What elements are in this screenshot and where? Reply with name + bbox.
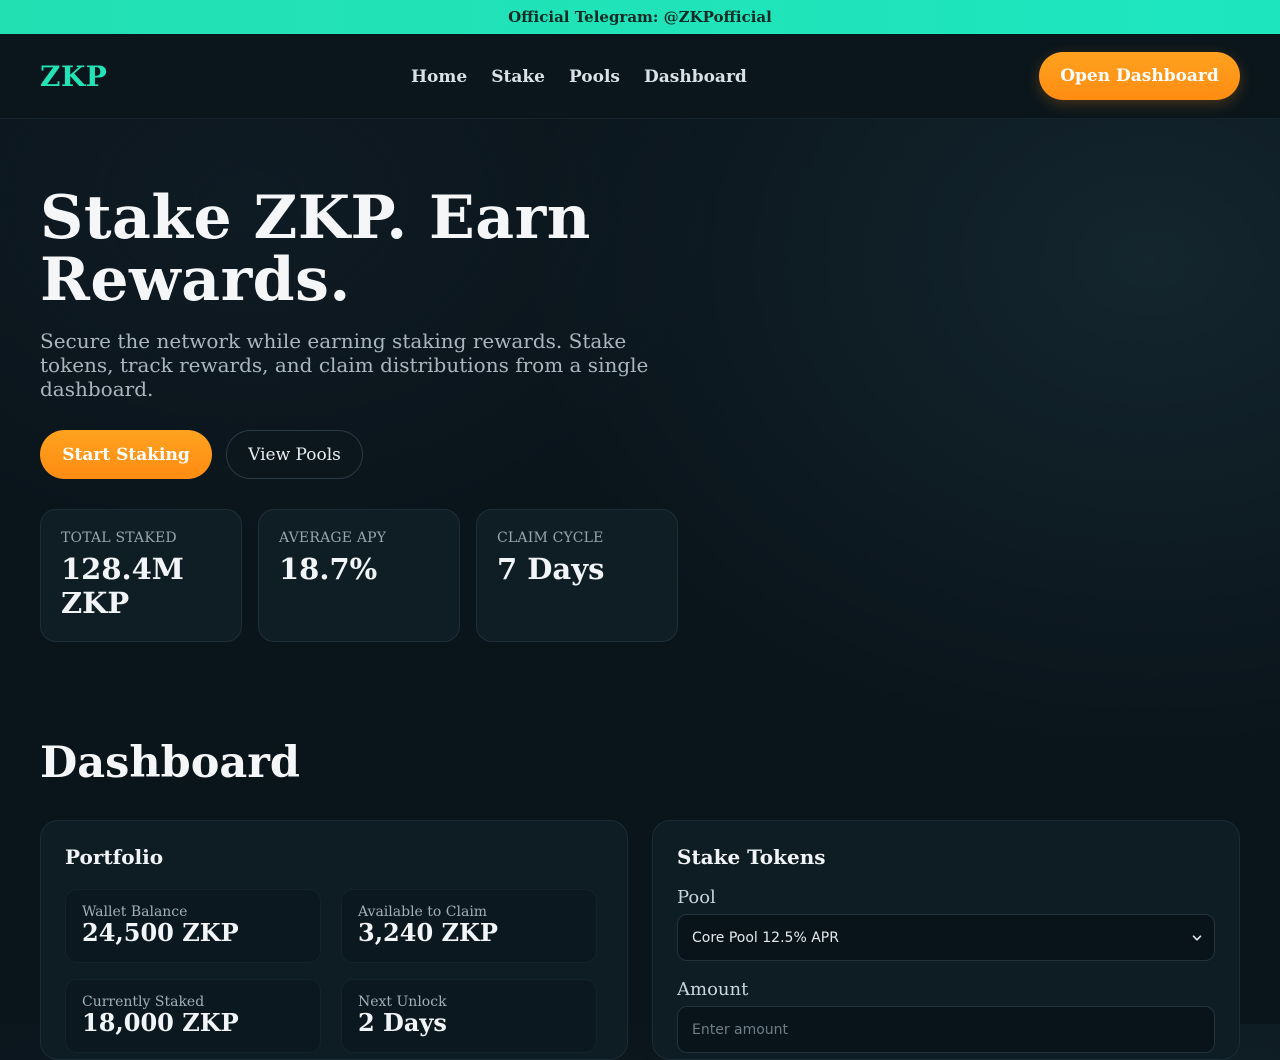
- start-staking-button[interactable]: Start Staking: [40, 430, 212, 479]
- hero-subtitle: Secure the network while earning staking…: [40, 329, 649, 401]
- logo[interactable]: ZKP: [40, 60, 107, 93]
- announcement-bar: Official Telegram: @ZKPofficial: [0, 0, 1280, 34]
- nav-link-pools[interactable]: Pools: [569, 67, 620, 87]
- stat-value: 128.4M ZKP: [61, 552, 184, 620]
- hero-section: Stake ZKP. Earn Rewards. Secure the netw…: [40, 187, 680, 401]
- stat-value: 7 Days: [497, 552, 605, 586]
- stat-value: 18.7%: [279, 552, 378, 586]
- stake-tokens-panel: Stake Tokens Pool Core Pool 12.5% APR Am…: [652, 820, 1240, 1060]
- stats-row: TOTAL STAKED 128.4M ZKP AVERAGE APY 18.7…: [40, 509, 678, 642]
- hero-title-line-2: Rewards.: [40, 245, 351, 315]
- nav-link-home[interactable]: Home: [411, 67, 467, 87]
- portfolio-item-value: 24,500 ZKP: [82, 918, 239, 947]
- stat-card-average-apy: AVERAGE APY 18.7%: [258, 509, 460, 642]
- open-dashboard-button[interactable]: Open Dashboard: [1039, 52, 1240, 100]
- hero-title-line-1: Stake ZKP. Earn: [40, 183, 591, 253]
- nav-link-dashboard[interactable]: Dashboard: [644, 67, 747, 87]
- portfolio-item-value: 2 Days: [358, 1008, 447, 1037]
- portfolio-item-currently-staked: Currently Staked 18,000 ZKP: [65, 979, 321, 1053]
- pool-select-value: Core Pool 12.5% APR: [692, 929, 839, 946]
- portfolio-panel: Portfolio Wallet Balance 24,500 ZKP Avai…: [40, 820, 628, 1060]
- view-pools-button[interactable]: View Pools: [226, 430, 363, 479]
- stake-tokens-title: Stake Tokens: [677, 845, 826, 869]
- announcement-text: Official Telegram: @ZKPofficial: [508, 8, 772, 26]
- stat-card-total-staked: TOTAL STAKED 128.4M ZKP: [40, 509, 242, 642]
- stat-card-claim-cycle: CLAIM CYCLE 7 Days: [476, 509, 678, 642]
- stat-label: AVERAGE APY: [279, 530, 387, 546]
- hero-buttons: Start Staking View Pools: [40, 430, 363, 479]
- portfolio-title: Portfolio: [65, 845, 164, 869]
- nav-links: Home Stake Pools Dashboard: [411, 34, 747, 119]
- top-navigation: ZKP Home Stake Pools Dashboard Open Dash…: [0, 34, 1280, 119]
- stat-label: TOTAL STAKED: [61, 530, 177, 546]
- hero-title: Stake ZKP. Earn Rewards.: [40, 187, 680, 311]
- stat-label: CLAIM CYCLE: [497, 530, 604, 546]
- portfolio-item-next-unlock: Next Unlock 2 Days: [341, 979, 597, 1053]
- portfolio-item-available-to-claim: Available to Claim 3,240 ZKP: [341, 889, 597, 963]
- amount-label: Amount: [677, 979, 749, 1000]
- dashboard-title: Dashboard: [40, 738, 300, 788]
- amount-input[interactable]: [677, 1006, 1215, 1053]
- portfolio-item-value: 18,000 ZKP: [82, 1008, 239, 1037]
- portfolio-item-wallet-balance: Wallet Balance 24,500 ZKP: [65, 889, 321, 963]
- chevron-down-icon: [1192, 934, 1202, 941]
- portfolio-item-value: 3,240 ZKP: [358, 918, 498, 947]
- nav-link-stake[interactable]: Stake: [491, 67, 545, 87]
- pool-select[interactable]: Core Pool 12.5% APR: [677, 914, 1215, 961]
- portfolio-grid: Wallet Balance 24,500 ZKP Available to C…: [65, 889, 603, 1053]
- pool-label: Pool: [677, 887, 716, 908]
